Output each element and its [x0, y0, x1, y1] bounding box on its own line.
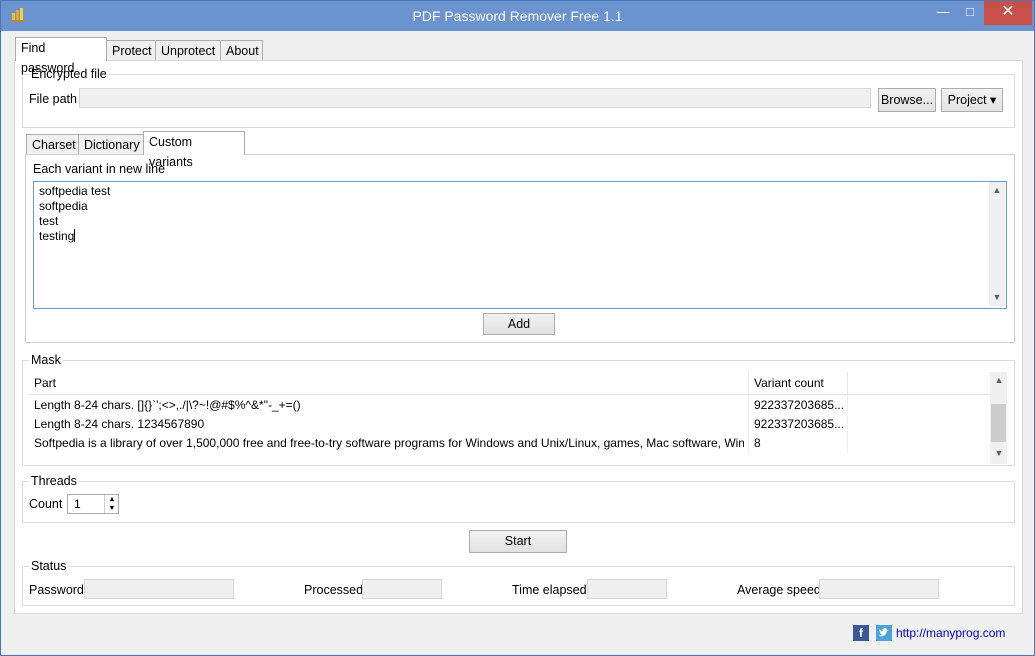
scroll-up-icon[interactable]: ▲	[990, 185, 1004, 195]
average-speed-field	[819, 579, 939, 599]
custom-variants-panel: Each variant in new line softpedia test …	[25, 154, 1015, 343]
table-row[interactable]: Softpedia is a library of over 1,500,000…	[28, 434, 990, 453]
column-header-variant-count[interactable]: Variant count	[754, 376, 824, 390]
encrypted-file-group: Encrypted file File path Browse... Proje…	[22, 67, 1015, 128]
project-button[interactable]: Project ▾	[941, 88, 1003, 112]
variant-line-text: testing	[39, 229, 75, 243]
scroll-down-icon[interactable]: ▼	[992, 448, 1006, 458]
project-button-label: Project	[947, 93, 987, 107]
file-path-field[interactable]	[79, 88, 871, 108]
time-elapsed-field	[587, 579, 667, 599]
start-button[interactable]: Start	[469, 530, 567, 553]
count-stepper[interactable]: 1 ▲ ▼	[67, 494, 119, 514]
column-divider	[847, 372, 848, 394]
mask-count: 8	[754, 436, 761, 450]
facebook-icon[interactable]: f	[853, 625, 869, 641]
column-header-part[interactable]: Part	[34, 376, 56, 390]
scroll-up-icon[interactable]: ▲	[992, 375, 1006, 385]
column-divider	[748, 394, 749, 454]
count-value[interactable]: 1	[74, 497, 81, 511]
window-title: PDF Password Remover Free 1.1	[412, 8, 623, 24]
scroll-thumb[interactable]	[991, 404, 1006, 442]
password-label: Password	[29, 583, 84, 597]
browse-button[interactable]: Browse...	[878, 88, 936, 112]
status-group: Status Password Processed Time elapsed A…	[22, 559, 1015, 606]
website-link[interactable]: http://manyprog.com	[896, 626, 1005, 640]
average-speed-label: Average speed	[737, 583, 821, 597]
column-divider	[847, 394, 848, 454]
app-window: PDF Password Remover Free 1.1 — □ ✕ Find…	[0, 0, 1035, 656]
title-bar[interactable]: PDF Password Remover Free 1.1 — □ ✕	[1, 1, 1034, 31]
file-path-label: File path	[29, 92, 77, 106]
password-field	[84, 579, 234, 599]
subtab-charset[interactable]: Charset	[26, 134, 79, 155]
table-row[interactable]: Length 8-24 chars. []{}`';<>,./|\?~!@#$%…	[28, 396, 990, 415]
subtab-custom-variants[interactable]: Custom variants	[143, 131, 245, 169]
variant-line: testing	[39, 229, 110, 244]
processed-label: Processed	[304, 583, 364, 597]
threads-label: Threads	[29, 474, 79, 488]
tab-unprotect[interactable]: Unprotect	[155, 40, 221, 61]
mask-part: Softpedia is a library of over 1,500,000…	[34, 436, 744, 450]
tab-about[interactable]: About	[220, 40, 263, 61]
variants-lines: softpedia test softpedia test testing	[39, 184, 110, 244]
tab-protect[interactable]: Protect	[106, 40, 156, 61]
mask-part: Length 8-24 chars. 1234567890	[34, 417, 205, 431]
mask-group: Mask Part Variant count Length 8-24 char…	[22, 353, 1015, 466]
text-cursor	[74, 229, 76, 242]
variant-line: test	[39, 214, 59, 228]
maximize-button[interactable]: □	[953, 1, 987, 25]
time-elapsed-label: Time elapsed	[512, 583, 587, 597]
mask-label: Mask	[29, 353, 63, 367]
column-divider	[748, 372, 749, 394]
count-label: Count	[29, 497, 63, 511]
table-row[interactable]: Length 8-24 chars. 1234567890 9223372036…	[28, 415, 990, 434]
mask-list[interactable]: Part Variant count Length 8-24 chars. []…	[28, 372, 1008, 464]
variants-textarea[interactable]: softpedia test softpedia test testing ▲ …	[33, 181, 1007, 309]
mask-count: 922337203685...	[754, 417, 844, 431]
variant-line: softpedia	[39, 199, 88, 213]
mask-header: Part Variant count	[28, 372, 990, 395]
twitter-icon[interactable]	[876, 625, 892, 641]
close-button[interactable]: ✕	[984, 1, 1032, 25]
stepper-down-icon[interactable]: ▼	[104, 504, 119, 513]
tab-find-password[interactable]: Find password	[15, 37, 107, 75]
subtab-dictionary[interactable]: Dictionary	[78, 134, 144, 155]
find-password-panel: Encrypted file File path Browse... Proje…	[14, 60, 1023, 614]
threads-group: Threads Count 1 ▲ ▼	[22, 474, 1015, 523]
chevron-down-icon: ▾	[990, 93, 997, 107]
scroll-down-icon[interactable]: ▼	[990, 292, 1004, 302]
variants-scrollbar[interactable]: ▲ ▼	[989, 182, 1005, 306]
processed-field	[362, 579, 442, 599]
stepper-up-icon[interactable]: ▲	[104, 495, 119, 504]
variants-hint: Each variant in new line	[33, 162, 166, 176]
client-area: Find password Protect Unprotect About En…	[5, 31, 1030, 651]
mask-part: Length 8-24 chars. []{}`';<>,./|\?~!@#$%…	[34, 398, 301, 412]
mask-count: 922337203685...	[754, 398, 844, 412]
variant-line: softpedia test	[39, 184, 111, 198]
mask-scrollbar[interactable]: ▲ ▼	[990, 372, 1007, 464]
status-label: Status	[29, 559, 69, 573]
add-button[interactable]: Add	[483, 313, 555, 335]
